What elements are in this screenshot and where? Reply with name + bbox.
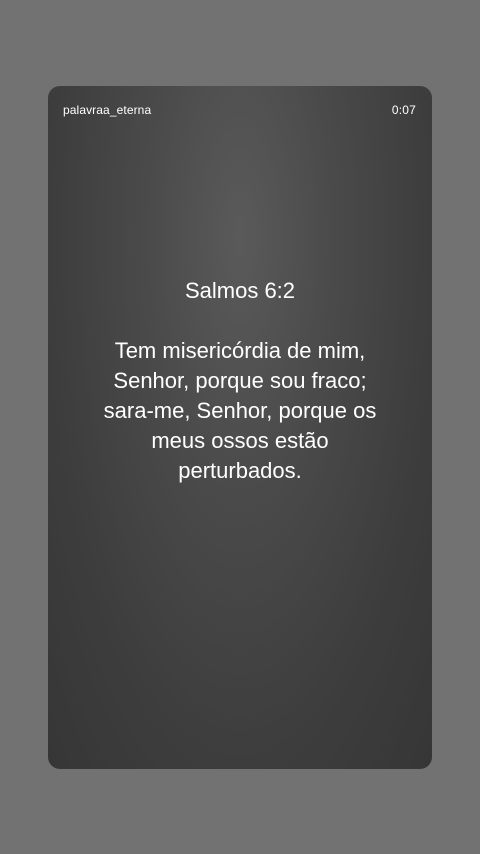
story-header: palavraa_eterna 0:07 xyxy=(63,102,416,118)
story-timer: 0:07 xyxy=(391,103,416,117)
story-card[interactable]: palavraa_eterna 0:07 Salmos 6:2 Tem mise… xyxy=(48,86,432,769)
verse-block: Salmos 6:2 Tem misericórdia de mim, Senh… xyxy=(72,276,408,486)
verse-text: Tem misericórdia de mim, Senhor, porque … xyxy=(103,338,377,483)
page: { "story": { "username": "palavraa_etern… xyxy=(0,0,480,854)
verse-reference: Salmos 6:2 xyxy=(184,278,296,303)
account-username[interactable]: palavraa_eterna xyxy=(63,103,151,117)
